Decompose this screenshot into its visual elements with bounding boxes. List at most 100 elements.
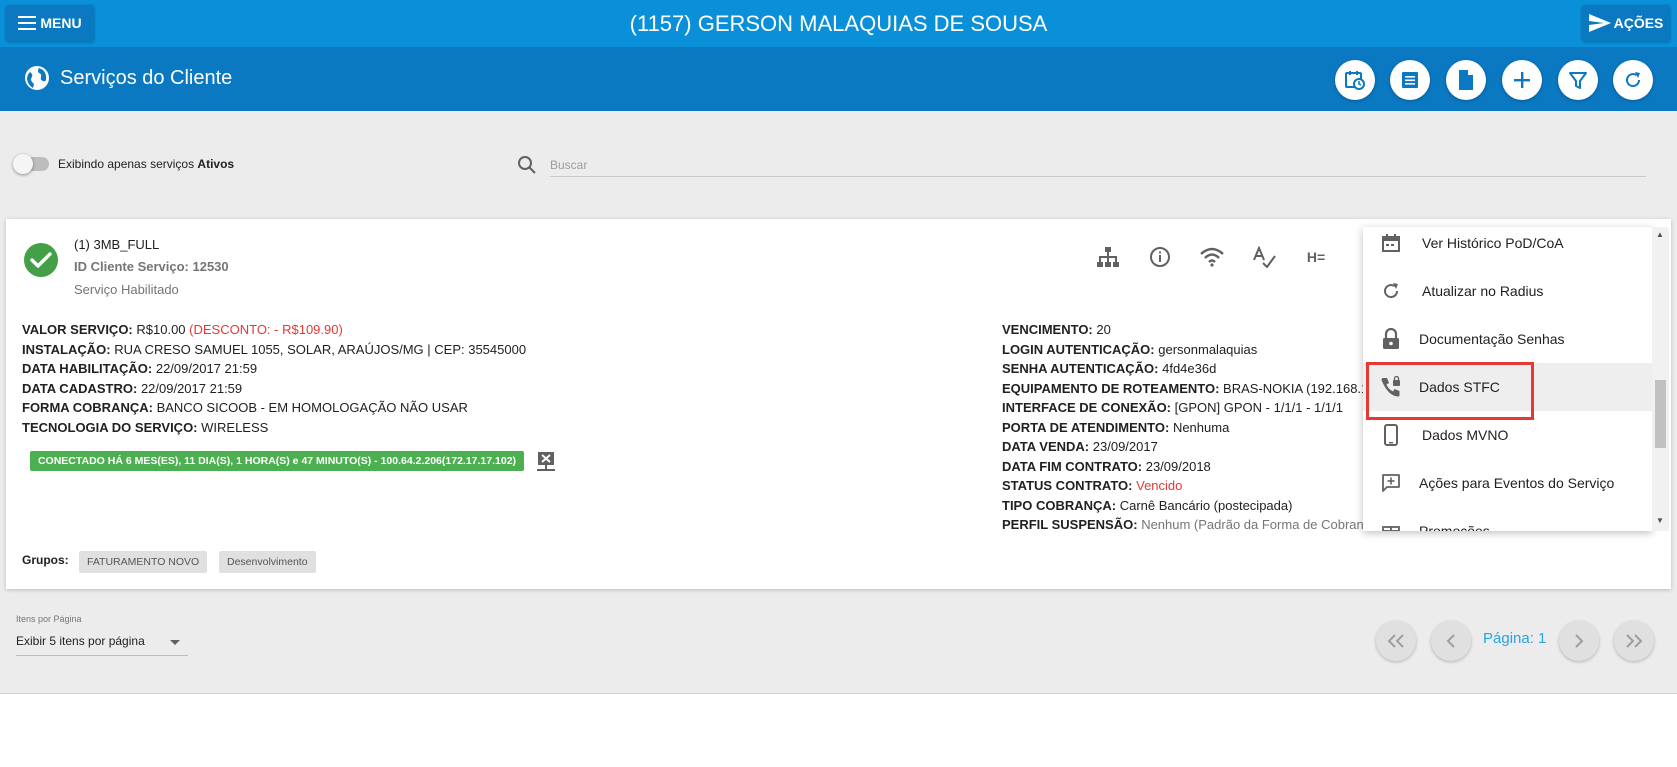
menu-button[interactable]: MENU <box>6 5 94 41</box>
refresh-button[interactable] <box>1613 60 1653 100</box>
service-status: Serviço Habilitado <box>74 282 179 297</box>
check-circle-icon <box>24 243 58 277</box>
section-header: Serviços do Cliente <box>0 47 1677 111</box>
service-details-right: VENCIMENTO: 20 LOGIN AUTENTICAÇÃO: gerso… <box>1002 320 1368 535</box>
group-chip: FATURAMENTO NOVO <box>79 551 208 573</box>
info-button[interactable] <box>1146 243 1174 271</box>
sitemap-icon <box>1097 247 1119 267</box>
search-input[interactable] <box>550 153 1646 177</box>
heading-button[interactable]: H= <box>1302 243 1330 271</box>
detail-forma-cobranca: FORMA COBRANÇA: BANCO SICOOB - EM HOMOLO… <box>22 400 468 415</box>
connection-status-badge: CONECTADO HÁ 6 MES(ES), 11 DIA(S), 1 HOR… <box>30 451 524 471</box>
history-button[interactable] <box>1335 60 1375 100</box>
chevron-right-icon <box>1575 634 1584 648</box>
menu-item-promocoes[interactable]: Promoções <box>1363 507 1652 531</box>
add-button[interactable] <box>1502 60 1542 100</box>
first-page-button[interactable] <box>1376 621 1416 661</box>
list-button[interactable] <box>1390 60 1430 100</box>
filter-icon <box>1569 72 1587 89</box>
history-clock-icon <box>1345 71 1365 90</box>
toggle-label: Exibindo apenas serviços Ativos <box>58 157 235 171</box>
gift-icon <box>1379 519 1403 531</box>
globe-icon <box>25 66 49 90</box>
detail-status-contrato: STATUS CONTRATO: Vencido <box>1002 478 1183 493</box>
service-name: (1) 3MB_FULL <box>74 237 160 252</box>
dropdown-scroll-thumb[interactable] <box>1655 380 1666 448</box>
disconnect-icon[interactable] <box>536 451 556 473</box>
wifi-icon <box>1200 247 1224 267</box>
actions-dropdown: Ver Histórico PoD/CoA Atualizar no Radiu… <box>1363 227 1652 531</box>
double-chevron-right-icon <box>1626 634 1643 648</box>
menu-item-label: Ver Histórico PoD/CoA <box>1422 235 1564 251</box>
add-icon <box>1514 72 1530 88</box>
toggle-label-bold: Ativos <box>197 157 235 171</box>
active-services-toggle[interactable] <box>13 154 49 174</box>
detail-login: LOGIN AUTENTICAÇÃO: gersonmalaquias <box>1002 341 1258 357</box>
info-icon <box>1150 247 1170 267</box>
detail-data-cadastro: DATA CADASTRO: 22/09/2017 21:59 <box>22 380 243 396</box>
detail-senha: SENHA AUTENTICAÇÃO: 4fd4e36d <box>1002 361 1217 376</box>
items-per-page-select[interactable]: Exibir 5 itens por página <box>16 632 188 656</box>
menu-item-label: Documentação Senhas <box>1419 331 1565 347</box>
page-indicator: Página: 1 <box>1483 630 1547 647</box>
detail-tecnologia: TECNOLOGIA DO SERVIÇO: WIRELESS <box>22 419 269 435</box>
scroll-down-arrow-icon[interactable]: ▼ <box>1656 516 1664 525</box>
menu-item-historico-pod-coa[interactable]: Ver Histórico PoD/CoA <box>1363 227 1652 267</box>
service-id: ID Cliente Serviço: 12530 <box>74 259 229 274</box>
document-button[interactable] <box>1446 60 1486 100</box>
previous-page-button[interactable] <box>1431 621 1471 661</box>
client-title: (1157) GERSON MALAQUIAS DE SOUSA <box>629 11 1048 36</box>
acoes-button[interactable]: AÇÕES <box>1582 5 1670 41</box>
sitemap-button[interactable] <box>1094 243 1122 271</box>
search-icon <box>518 156 536 174</box>
scroll-up-arrow-icon[interactable]: ▲ <box>1656 230 1664 239</box>
menu-item-label: Dados MVNO <box>1422 427 1509 443</box>
lock-icon <box>1379 327 1403 351</box>
menu-item-label: Dados STFC <box>1419 379 1500 395</box>
spellcheck-button[interactable] <box>1250 243 1278 271</box>
hamburger-icon <box>18 16 37 30</box>
list-icon <box>1402 72 1418 88</box>
calendar-icon <box>1379 231 1403 255</box>
mobile-icon <box>1379 423 1403 447</box>
filter-button[interactable] <box>1558 60 1598 100</box>
detail-valor: VALOR SERVIÇO: R$10.00 (DESCONTO: - R$10… <box>22 322 343 337</box>
comment-add-icon <box>1379 471 1403 495</box>
menu-item-dados-stfc[interactable]: Dados STFC <box>1363 363 1652 411</box>
refresh-icon <box>1379 279 1403 303</box>
menu-item-label: Promoções <box>1419 523 1490 531</box>
chevron-left-icon <box>1446 634 1455 648</box>
phone-lock-icon <box>1379 375 1403 399</box>
refresh-icon <box>1626 72 1641 88</box>
menu-item-documentacao-senhas[interactable]: Documentação Senhas <box>1363 315 1652 363</box>
heading-icon: H= <box>1306 249 1326 265</box>
menu-item-dados-mvno[interactable]: Dados MVNO <box>1363 411 1652 459</box>
last-page-button[interactable] <box>1614 621 1654 661</box>
detail-data-fim: DATA FIM CONTRATO: 23/09/2018 <box>1002 458 1211 474</box>
dropdown-scrollbar[interactable] <box>1652 227 1669 531</box>
page-bottom <box>0 693 1677 767</box>
spellcheck-icon <box>1253 246 1276 268</box>
detail-interface: INTERFACE DE CONEXÃO: [GPON] GPON - 1/1/… <box>1002 400 1343 415</box>
detail-tipo-cobranca: TIPO COBRANÇA: Carnê Bancário (postecipa… <box>1002 497 1293 513</box>
menu-item-atualizar-radius[interactable]: Atualizar no Radius <box>1363 267 1652 315</box>
send-icon <box>1588 14 1611 32</box>
acoes-label: AÇÕES <box>1613 15 1664 31</box>
group-chip: Desenvolvimento <box>219 551 316 573</box>
next-page-button[interactable] <box>1559 621 1599 661</box>
detail-data-venda: DATA VENDA: 23/09/2017 <box>1002 439 1158 454</box>
detail-instalacao: INSTALAÇÃO: RUA CRESO SAMUEL 1055, SOLAR… <box>22 341 527 357</box>
caret-down-icon <box>170 640 180 645</box>
menu-label: MENU <box>40 15 82 31</box>
detail-vencimento: VENCIMENTO: 20 <box>1002 322 1111 337</box>
wifi-button[interactable] <box>1198 243 1226 271</box>
items-per-page-label: Itens por Página <box>16 614 82 624</box>
document-icon <box>1459 70 1473 90</box>
section-title: Serviços do Cliente <box>60 67 233 89</box>
detail-data-habilitacao: DATA HABILITAÇÃO: 22/09/2017 21:59 <box>22 361 258 376</box>
detail-porta: PORTA DE ATENDIMENTO: Nenhuma <box>1002 419 1230 435</box>
menu-item-label: Atualizar no Radius <box>1422 283 1544 299</box>
detail-equipamento: EQUIPAMENTO DE ROTEAMENTO: BRAS-NOKIA (1… <box>1002 380 1369 396</box>
menu-item-acoes-eventos[interactable]: Ações para Eventos do Serviço <box>1363 459 1652 507</box>
service-details-left: VALOR SERVIÇO: R$10.00 (DESCONTO: - R$10… <box>22 320 526 437</box>
